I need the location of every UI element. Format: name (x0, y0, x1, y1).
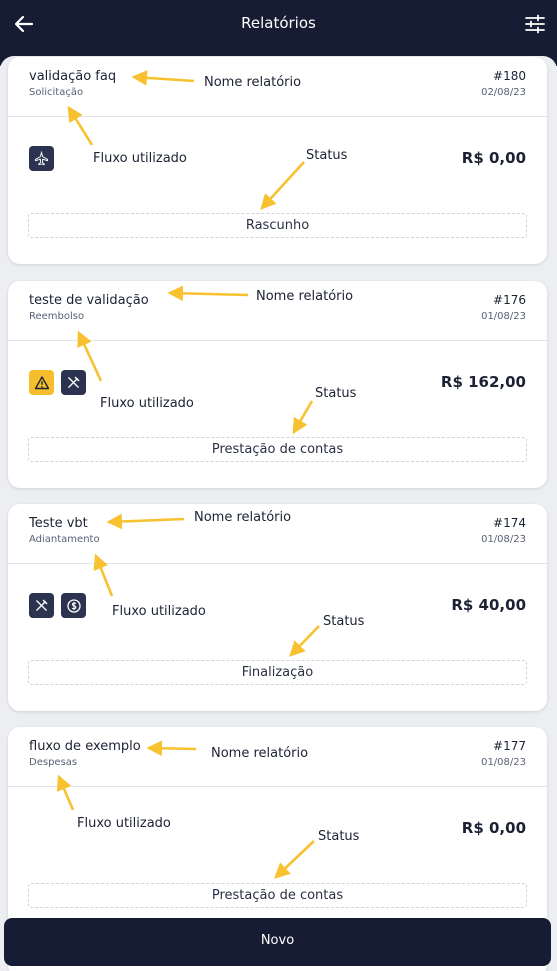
cutlery-icon (61, 370, 86, 395)
annotation-status-label: Status (323, 614, 365, 629)
annotation-flow-label: Fluxo utilizado (100, 396, 194, 411)
annotation-name-label: Nome relatório (204, 75, 302, 90)
report-name: Teste vbt (29, 516, 88, 531)
annotation-flow-label: Fluxo utilizado (112, 604, 206, 619)
new-report-button[interactable]: Novo (4, 918, 551, 966)
report-type: Adiantamento (29, 534, 100, 545)
report-number: #176 (493, 293, 526, 307)
flow-icons (29, 370, 86, 395)
report-type: Solicitação (29, 87, 84, 98)
report-type: Reembolso (29, 311, 85, 322)
report-date: 01/08/23 (481, 311, 526, 322)
status-badge: Finalização (28, 660, 527, 685)
cutlery-icon (29, 593, 54, 618)
annotation-status-label: Status (315, 386, 357, 401)
status-badge: Prestação de contas (28, 437, 527, 462)
report-name: teste de validação (29, 293, 149, 308)
annotation-status-label: Status (306, 148, 348, 163)
coin-icon (61, 593, 86, 618)
report-date: 02/08/23 (481, 87, 526, 98)
filter-button[interactable] (523, 12, 547, 36)
page-title: Relatórios (241, 14, 316, 32)
annotation-name-label: Nome relatório (256, 289, 354, 304)
status-badge: Prestação de contas (28, 883, 527, 908)
annotation-name-label: Nome relatório (194, 510, 292, 525)
annotation-flow-label: Fluxo utilizado (77, 816, 171, 831)
report-date: 01/08/23 (481, 757, 526, 768)
status-badge: Rascunho (28, 213, 527, 238)
report-number: #174 (493, 516, 526, 530)
report-type: Despesas (29, 757, 78, 768)
report-value: R$ 0,00 (461, 149, 526, 167)
flow-icons (29, 593, 86, 618)
report-value: R$ 162,00 (440, 373, 526, 391)
report-value: R$ 0,00 (461, 819, 526, 837)
annotation-flow-label: Fluxo utilizado (93, 151, 187, 166)
report-date: 01/08/23 (481, 534, 526, 545)
report-name: fluxo de exemplo (29, 739, 141, 754)
report-card[interactable]: Teste vbt Adiantamento #174 01/08/23 R$ … (8, 504, 547, 711)
report-number: #177 (493, 739, 526, 753)
sliders-icon (525, 14, 545, 34)
report-value: R$ 40,00 (451, 596, 526, 614)
warning-icon (29, 370, 54, 395)
report-name: validação faq (29, 69, 117, 84)
annotation-status-label: Status (318, 829, 360, 844)
flow-icons (29, 146, 54, 171)
plane-icon (29, 146, 54, 171)
annotation-name-label: Nome relatório (211, 746, 309, 761)
report-number: #180 (493, 69, 526, 83)
report-card[interactable]: teste de validação Reembolso #176 01/08/… (8, 281, 547, 488)
